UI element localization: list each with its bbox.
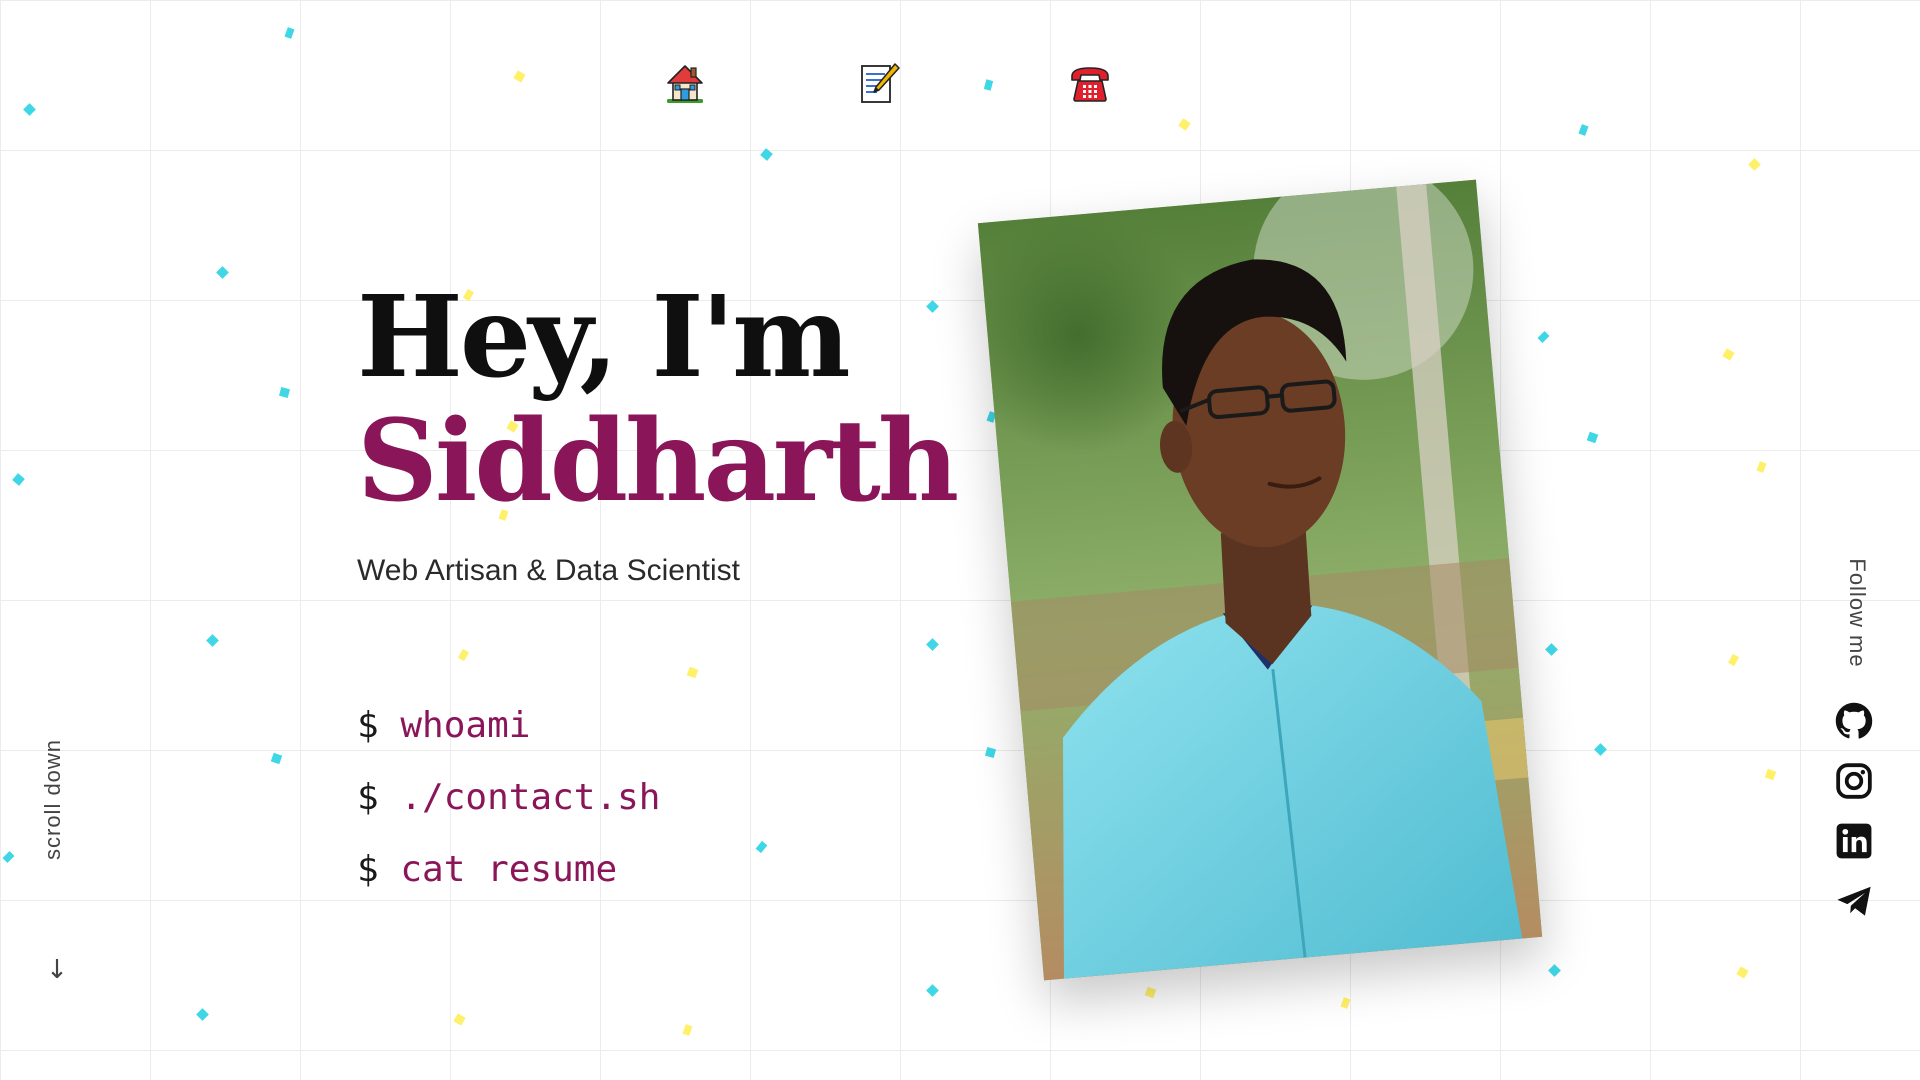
confetti-piece xyxy=(457,648,470,662)
github-link[interactable] xyxy=(1835,702,1873,740)
linkedin-icon xyxy=(1835,822,1873,860)
portrait-image xyxy=(977,179,1543,981)
confetti-piece xyxy=(926,638,939,651)
confetti-piece xyxy=(760,148,773,161)
github-icon xyxy=(1835,702,1873,740)
confetti-piece xyxy=(926,984,939,997)
confetti-piece xyxy=(1748,158,1761,171)
confetti-piece xyxy=(1340,997,1351,1009)
command-text: ./contact.sh xyxy=(400,777,661,818)
command-prompt: $ xyxy=(357,849,379,890)
command-resume[interactable]: $ cat resume xyxy=(357,834,660,906)
command-text: cat resume xyxy=(400,849,618,890)
nav-resume-link[interactable] xyxy=(855,60,901,106)
confetti-piece xyxy=(284,27,295,39)
house-icon xyxy=(662,60,708,106)
follow-me-label: Follow me xyxy=(1845,558,1870,668)
top-nav xyxy=(0,60,1920,106)
confetti-piece xyxy=(1178,118,1191,131)
confetti-piece xyxy=(216,266,229,279)
confetti-piece xyxy=(1537,330,1550,344)
hero-tagline: Web Artisan & Data Scientist xyxy=(357,554,740,587)
command-whoami[interactable]: $ whoami xyxy=(357,690,660,762)
command-prompt: $ xyxy=(357,705,379,746)
telephone-icon xyxy=(1067,60,1113,106)
hero-greeting: Hey, I'm xyxy=(357,272,851,403)
confetti-piece xyxy=(1594,743,1607,756)
arrow-down-icon: ↓ xyxy=(46,955,68,985)
confetti-piece xyxy=(1545,643,1558,656)
command-prompt: $ xyxy=(357,777,379,818)
telegram-link[interactable] xyxy=(1835,882,1873,920)
confetti-piece xyxy=(1727,653,1740,667)
confetti-piece xyxy=(1586,431,1599,444)
memo-icon xyxy=(855,60,901,106)
confetti-piece xyxy=(1548,964,1561,977)
telegram-icon xyxy=(1835,882,1873,920)
confetti-piece xyxy=(2,850,15,864)
hero: Hey, I'm Siddharth Web Artisan & Data Sc… xyxy=(357,276,997,588)
scroll-down-label: scroll down xyxy=(40,738,65,860)
hero-name: Siddharth xyxy=(357,396,959,527)
confetti-piece xyxy=(278,386,291,399)
profile-photo xyxy=(977,179,1543,981)
command-text: whoami xyxy=(400,705,531,746)
confetti-piece xyxy=(453,1013,466,1026)
confetti-piece xyxy=(984,746,997,759)
confetti-piece xyxy=(682,1024,693,1036)
linkedin-link[interactable] xyxy=(1835,822,1873,860)
confetti-piece xyxy=(1764,768,1777,781)
confetti-piece xyxy=(755,840,768,854)
confetti-piece xyxy=(1722,348,1735,361)
confetti-piece xyxy=(12,473,25,486)
command-list: $ whoami $ ./contact.sh $ cat resume xyxy=(357,690,660,906)
instagram-link[interactable] xyxy=(1835,762,1873,800)
nav-contact-link[interactable] xyxy=(1067,60,1113,106)
confetti-piece xyxy=(686,666,699,679)
confetti-piece xyxy=(1736,966,1749,979)
confetti-piece xyxy=(270,752,283,765)
confetti-piece xyxy=(196,1008,209,1021)
confetti-piece xyxy=(1756,461,1767,473)
nav-home-link[interactable] xyxy=(662,60,708,106)
confetti-piece xyxy=(206,634,219,647)
command-contact[interactable]: $ ./contact.sh xyxy=(357,762,660,834)
confetti-piece xyxy=(1578,124,1589,136)
confetti-piece xyxy=(1144,986,1157,999)
instagram-icon xyxy=(1835,762,1873,800)
